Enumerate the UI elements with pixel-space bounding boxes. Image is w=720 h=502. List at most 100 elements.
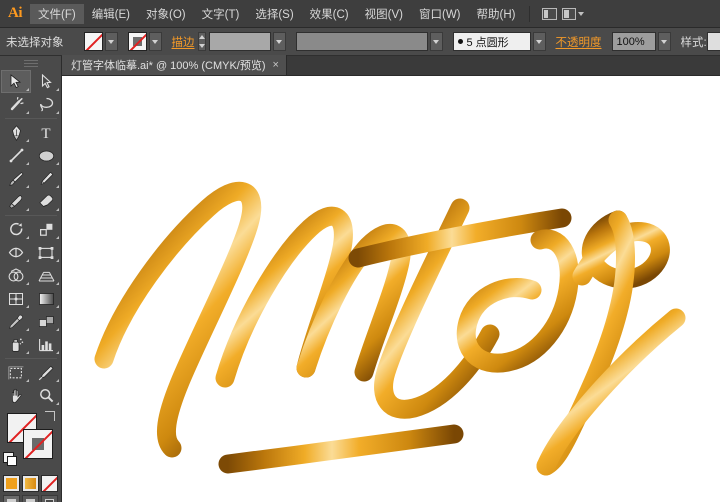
stroke-profile-dropdown-button[interactable] bbox=[533, 32, 546, 51]
menu-file[interactable]: 文件(F) bbox=[30, 4, 84, 24]
scale-tool[interactable] bbox=[31, 218, 61, 241]
stroke-style-input[interactable] bbox=[296, 32, 428, 51]
opacity-input[interactable]: 100% bbox=[612, 32, 656, 51]
zoom-tool[interactable] bbox=[31, 384, 61, 407]
chevron-down-icon bbox=[661, 40, 667, 44]
slice-tool[interactable] bbox=[31, 361, 61, 384]
stroke-weight-control[interactable] bbox=[209, 32, 286, 51]
menu-help[interactable]: 帮助(H) bbox=[469, 4, 524, 24]
color-mode-row bbox=[0, 475, 61, 492]
tools-panel: T bbox=[0, 56, 62, 502]
free-transform-tool[interactable] bbox=[31, 241, 61, 264]
stroke-swatch-none-icon[interactable] bbox=[128, 32, 147, 51]
selection-status: 未选择对象 bbox=[6, 34, 64, 50]
menu-bar: Ai 文件(F) 编辑(E) 对象(O) 文字(T) 选择(S) 效果(C) 视… bbox=[0, 0, 720, 28]
artboard-tool[interactable] bbox=[1, 361, 31, 384]
screen-mode-full[interactable] bbox=[41, 495, 58, 502]
tool-divider-3 bbox=[5, 358, 57, 359]
symbol-sprayer-tool[interactable] bbox=[1, 333, 31, 356]
menu-select[interactable]: 选择(S) bbox=[247, 4, 301, 24]
selection-tool[interactable] bbox=[1, 70, 31, 93]
type-tool[interactable]: T bbox=[31, 121, 61, 144]
svg-text:T: T bbox=[41, 126, 50, 140]
swap-fill-stroke-icon[interactable] bbox=[45, 411, 55, 421]
illustrator-window: Ai 文件(F) 编辑(E) 对象(O) 文字(T) 选择(S) 效果(C) 视… bbox=[0, 0, 720, 502]
gradient-tool[interactable] bbox=[31, 287, 61, 310]
app-logo: Ai bbox=[0, 0, 30, 28]
stepper-down-icon bbox=[199, 44, 205, 48]
stroke-profile-text: 5 点圆形 bbox=[467, 34, 509, 50]
menu-type[interactable]: 文字(T) bbox=[194, 4, 248, 24]
opacity-control[interactable]: 100% bbox=[612, 32, 671, 51]
shape-builder-tool[interactable] bbox=[1, 264, 31, 287]
stroke-dropdown-button[interactable] bbox=[149, 32, 162, 51]
direct-selection-tool[interactable] bbox=[31, 70, 61, 93]
chevron-down-icon bbox=[536, 40, 542, 44]
menu-object[interactable]: 对象(O) bbox=[138, 4, 194, 24]
stroke-profile-value[interactable]: 5 点圆形 bbox=[453, 32, 531, 51]
style-label: 样式: bbox=[681, 34, 707, 50]
pen-tool[interactable] bbox=[1, 121, 31, 144]
blend-tool[interactable] bbox=[31, 310, 61, 333]
width-tool[interactable] bbox=[1, 241, 31, 264]
arrange-documents-icon[interactable] bbox=[538, 5, 560, 23]
ellipse-tool[interactable] bbox=[31, 144, 61, 167]
stroke-style-control[interactable] bbox=[296, 32, 443, 51]
menu-edit[interactable]: 编辑(E) bbox=[84, 4, 138, 24]
lasso-tool[interactable] bbox=[31, 93, 61, 116]
color-mode-gradient[interactable] bbox=[22, 475, 39, 492]
stroke-weight-input[interactable] bbox=[209, 32, 271, 51]
eraser-tool[interactable] bbox=[31, 190, 61, 213]
line-segment-tool[interactable] bbox=[1, 144, 31, 167]
chevron-down-icon bbox=[276, 40, 282, 44]
workspace-switcher-glyph bbox=[562, 8, 576, 20]
perspective-grid-tool[interactable] bbox=[31, 264, 61, 287]
screen-mode-row bbox=[0, 495, 61, 502]
pencil-tool[interactable] bbox=[31, 167, 61, 190]
blob-brush-tool[interactable] bbox=[1, 190, 31, 213]
tools-panel-grip[interactable] bbox=[0, 56, 61, 70]
fill-dropdown-button[interactable] bbox=[105, 32, 118, 51]
menu-window[interactable]: 窗口(W) bbox=[411, 4, 469, 24]
rotate-tool[interactable] bbox=[1, 218, 31, 241]
tool-divider-2 bbox=[5, 215, 57, 216]
color-mode-none[interactable] bbox=[41, 475, 58, 492]
stroke-swatch[interactable] bbox=[23, 429, 53, 459]
fill-color-control[interactable] bbox=[84, 32, 118, 51]
menu-view[interactable]: 视图(V) bbox=[357, 4, 411, 24]
stroke-style-dropdown-button[interactable] bbox=[430, 32, 443, 51]
stroke-weight-dropdown-button[interactable] bbox=[273, 32, 286, 51]
magic-wand-tool[interactable] bbox=[1, 93, 31, 116]
screen-mode-normal[interactable] bbox=[3, 495, 20, 502]
hand-tool[interactable] bbox=[1, 384, 31, 407]
graphic-style-control[interactable] bbox=[707, 32, 720, 51]
chevron-down-icon bbox=[433, 40, 439, 44]
fill-swatch-none-icon[interactable] bbox=[84, 32, 103, 51]
screen-mode-fullmenu[interactable] bbox=[22, 495, 39, 502]
artwork-inter-lettering[interactable] bbox=[62, 76, 720, 502]
graphic-style-swatch[interactable] bbox=[707, 32, 720, 51]
opacity-dropdown-button[interactable] bbox=[658, 32, 671, 51]
stroke-color-control[interactable] bbox=[128, 32, 162, 51]
mesh-tool[interactable] bbox=[1, 287, 31, 310]
stroke-label[interactable]: 描边 bbox=[172, 34, 195, 50]
document-tab-bar: 灯管字体临摹.ai* @ 100% (CMYK/预览) × bbox=[62, 56, 720, 76]
opacity-label[interactable]: 不透明度 bbox=[556, 34, 602, 50]
eyedropper-tool[interactable] bbox=[1, 310, 31, 333]
close-icon[interactable]: × bbox=[273, 60, 279, 71]
screen-fullmenu-icon bbox=[26, 499, 35, 502]
workspace-switcher-icon[interactable] bbox=[562, 5, 584, 23]
stroke-weight-stepper[interactable] bbox=[198, 32, 206, 51]
stroke-profile-control[interactable]: 5 点圆形 bbox=[453, 32, 546, 51]
profile-bullet-icon bbox=[458, 39, 463, 44]
document-tab[interactable]: 灯管字体临摹.ai* @ 100% (CMYK/预览) × bbox=[62, 55, 287, 75]
control-bar: 未选择对象 描边 5 点圆形 bbox=[0, 28, 720, 56]
screen-normal-icon bbox=[7, 499, 16, 502]
default-fill-stroke-icon[interactable] bbox=[3, 452, 14, 463]
column-graph-tool[interactable] bbox=[31, 333, 61, 356]
color-mode-color[interactable] bbox=[3, 475, 20, 492]
tool-divider bbox=[5, 118, 57, 119]
document-canvas[interactable] bbox=[62, 76, 720, 502]
menu-effect[interactable]: 效果(C) bbox=[302, 4, 357, 24]
paintbrush-tool[interactable] bbox=[1, 167, 31, 190]
